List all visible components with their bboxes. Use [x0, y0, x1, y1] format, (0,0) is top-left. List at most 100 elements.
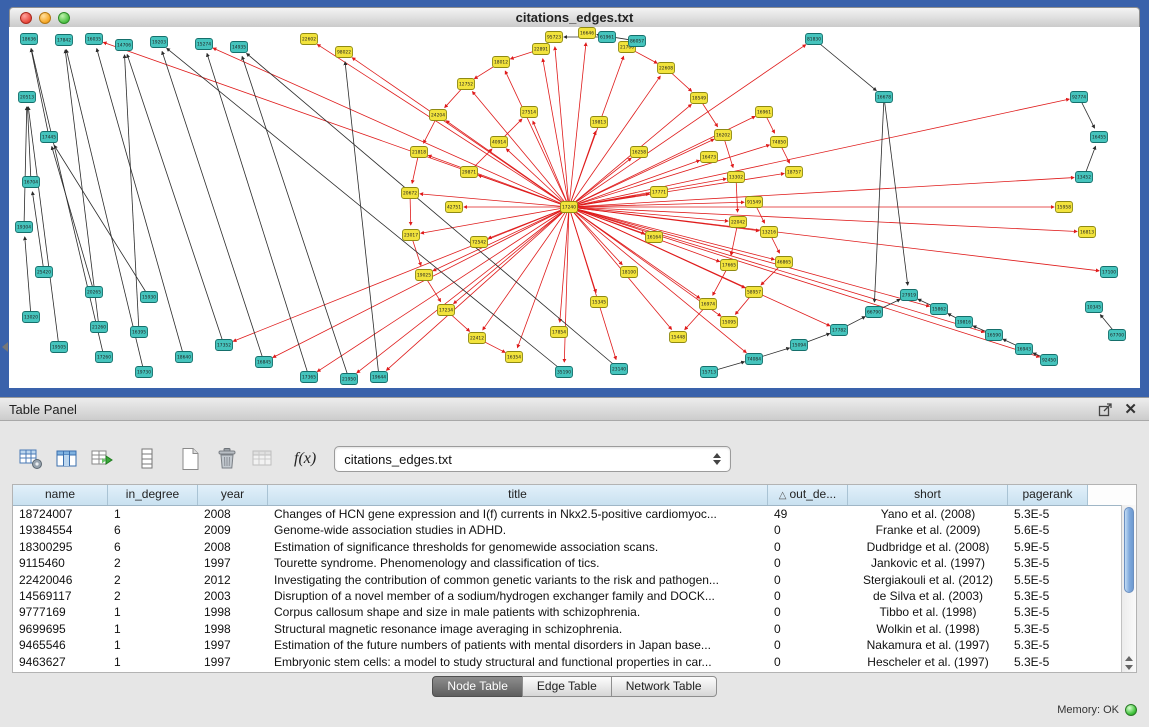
column-header-in-degree[interactable]: in_degree	[108, 485, 198, 505]
graph-node[interactable]: 16943	[1016, 344, 1033, 355]
graph-node[interactable]: 15448	[670, 332, 687, 343]
graph-edge[interactable]	[564, 207, 569, 362]
graph-edge[interactable]	[420, 194, 569, 207]
delete-trash-icon[interactable]	[212, 445, 242, 473]
graph-node[interactable]: 17234	[438, 305, 455, 316]
graph-node[interactable]: 15958	[1056, 202, 1073, 213]
graph-node[interactable]: 16646	[579, 28, 596, 39]
graph-node[interactable]: 27514	[521, 107, 538, 118]
network-graph[interactable]: 1724022891180121275224204218182067223017…	[9, 27, 1140, 388]
graph-node[interactable]: 16455	[1091, 132, 1108, 143]
graph-node[interactable]: 95723	[546, 32, 563, 43]
graph-node[interactable]: 22608	[658, 63, 675, 74]
graph-edge[interactable]	[569, 207, 616, 359]
graph-edge[interactable]	[569, 178, 1074, 207]
network-window-titlebar[interactable]: citations_edges.txt	[9, 7, 1140, 29]
graph-node[interactable]: 18640	[176, 352, 193, 363]
graph-node[interactable]: 22891	[533, 44, 550, 55]
table-scrollbar[interactable]	[1121, 505, 1136, 672]
graph-node[interactable]: 22602	[301, 34, 318, 45]
scrollbar-arrows[interactable]	[1122, 656, 1136, 670]
graph-node[interactable]: 15094	[791, 340, 808, 351]
graph-edge[interactable]	[242, 56, 349, 379]
graph-edge[interactable]	[167, 48, 564, 372]
graph-edge[interactable]	[27, 107, 31, 182]
table-row[interactable]: 1938455462009Genome-wide association stu…	[13, 522, 1136, 538]
graph-node[interactable]: 15862	[931, 304, 948, 315]
graph-edge[interactable]	[125, 55, 139, 332]
graph-edge[interactable]	[25, 237, 31, 317]
graph-node[interactable]: 15274	[196, 39, 213, 50]
graph-node[interactable]: 92450	[1041, 355, 1058, 366]
table-row[interactable]: 946362711997Embryonic stem cells: a mode…	[13, 654, 1136, 670]
column-header-short[interactable]: short	[848, 485, 1008, 505]
graph-node[interactable]: 91549	[746, 197, 763, 208]
graph-edge[interactable]	[433, 207, 569, 271]
graph-node[interactable]: 22042	[730, 217, 747, 228]
graph-node[interactable]: 13452	[1076, 172, 1093, 183]
graph-edge[interactable]	[317, 207, 569, 372]
graph-node[interactable]: 15095	[721, 317, 738, 328]
graph-node[interactable]: 74084	[746, 354, 763, 365]
graph-edge[interactable]	[569, 160, 700, 207]
graph-node[interactable]: 21950	[341, 374, 358, 385]
graph-node[interactable]: 17445	[41, 132, 58, 143]
graph-node[interactable]: 81830	[806, 34, 823, 45]
graph-node[interactable]: 17352	[216, 340, 233, 351]
graph-node[interactable]: 58957	[746, 287, 763, 298]
graph-edge[interactable]	[162, 52, 264, 362]
graph-node[interactable]: 17842	[56, 35, 73, 46]
graph-node[interactable]: 16704	[23, 177, 40, 188]
graph-node[interactable]: 14706	[116, 40, 133, 51]
tab-node-table[interactable]: Node Table	[432, 676, 523, 697]
graph-node[interactable]: 15930	[141, 292, 158, 303]
column-header-pagerank[interactable]: pagerank	[1008, 485, 1088, 505]
table-row[interactable]: 969969511998Structural magnetic resonanc…	[13, 621, 1136, 637]
column-header-name[interactable]: name	[13, 485, 108, 505]
float-panel-icon[interactable]	[1098, 402, 1113, 417]
graph-node[interactable]: 16590	[986, 330, 1003, 341]
graph-node[interactable]: 19730	[136, 367, 153, 378]
graph-node[interactable]: 16258	[631, 147, 648, 158]
graph-node[interactable]: 13216	[761, 227, 778, 238]
graph-edge[interactable]	[814, 39, 876, 91]
graph-edge[interactable]	[884, 97, 908, 285]
graph-node[interactable]: 13020	[23, 312, 40, 323]
graph-edge[interactable]	[874, 97, 884, 302]
graph-node[interactable]: 86057	[629, 36, 646, 47]
graph-node[interactable]: 15345	[591, 297, 608, 308]
graph-node[interactable]: 66790	[866, 307, 883, 318]
graph-node[interactable]: 12752	[458, 79, 475, 90]
graph-node[interactable]: 17854	[551, 327, 568, 338]
graph-node[interactable]: 72542	[471, 237, 488, 248]
graph-node[interactable]: 20513	[19, 92, 36, 103]
graph-edge[interactable]	[32, 192, 44, 272]
new-document-icon[interactable]	[176, 445, 206, 473]
graph-edge[interactable]	[543, 59, 569, 207]
graph-node[interactable]: 21818	[411, 147, 428, 158]
table-row[interactable]: 1830029562008Estimation of significance …	[13, 539, 1136, 555]
table-row[interactable]: 977716911998Corpus callosum shape and si…	[13, 604, 1136, 620]
graph-node[interactable]: 67700	[1109, 330, 1126, 341]
graph-node[interactable]: 46865	[776, 257, 793, 268]
graph-node[interactable]: 61961	[599, 32, 616, 43]
table-row[interactable]: 946554611997Estimation of the future num…	[13, 637, 1136, 653]
import-table-icon[interactable]	[88, 445, 118, 473]
graph-node[interactable]: 17240	[561, 202, 578, 213]
graph-node[interactable]: 10345	[1086, 302, 1103, 313]
graph-edge[interactable]	[213, 48, 569, 207]
table-row[interactable]: 911546021997Tourette syndrome. Phenomeno…	[13, 555, 1136, 571]
graph-node[interactable]: 13302	[728, 172, 745, 183]
graph-node[interactable]: 18757	[786, 167, 803, 178]
graph-node[interactable]: 16974	[700, 299, 717, 310]
column-header-year[interactable]: year	[198, 485, 268, 505]
graph-edge[interactable]	[506, 149, 569, 207]
splitter-collapse-arrow[interactable]	[2, 342, 8, 352]
graph-node[interactable]: 18012	[493, 57, 510, 68]
graph-node[interactable]: 23017	[403, 230, 420, 241]
graph-node[interactable]: 19644	[371, 372, 388, 383]
graph-node[interactable]: 14935	[231, 42, 248, 53]
graph-node[interactable]: 16395	[131, 327, 148, 338]
graph-node[interactable]: 16678	[876, 92, 893, 103]
scrollbar-thumb[interactable]	[1124, 507, 1134, 593]
